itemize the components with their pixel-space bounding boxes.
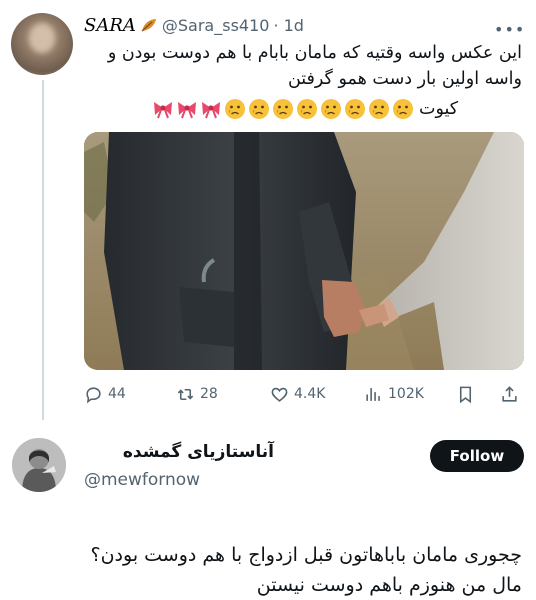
photo-illustration: [84, 132, 524, 370]
tweet-photo[interactable]: [84, 132, 524, 370]
tweet-text-line: واسه اولین بار دست همو گرفتن: [287, 69, 522, 89]
share-icon: [502, 385, 517, 402]
reply-text: چجوری مامان باباهاتون قبل ازدواج با هم د…: [22, 540, 523, 600]
crying-face-emoji-icon: [225, 99, 245, 119]
retweet-count: 28: [200, 386, 218, 402]
tweet-header: SARA @Sara_ss410 · 1d: [84, 13, 304, 37]
views-action[interactable]: 102K: [364, 382, 424, 406]
reply-handle[interactable]: @mewfornow: [84, 470, 200, 490]
crying-face-emoji-icon: [297, 99, 317, 119]
like-icon: [271, 387, 288, 402]
leaf-icon: [141, 19, 156, 32]
views-icon: [366, 387, 380, 401]
avatar[interactable]: [11, 13, 73, 75]
tweet-text-line: کیوت: [419, 99, 459, 119]
crying-face-emoji-icon: [393, 99, 413, 119]
ribbon-emoji-icon: [202, 102, 220, 119]
reply-icon: [86, 386, 101, 403]
reply-action[interactable]: 44: [84, 382, 126, 406]
share-action[interactable]: [500, 382, 519, 406]
more-icon[interactable]: •••: [494, 20, 525, 39]
ribbon-emoji-icon: [154, 102, 172, 119]
crying-face-emoji-icon: [345, 99, 365, 119]
reply-text-line: مال من هنوزم باهم دوست نیستن: [256, 574, 522, 596]
like-action[interactable]: 4.4K: [270, 382, 325, 406]
like-count: 4.4K: [294, 386, 326, 402]
bookmark-icon: [459, 386, 472, 403]
crying-face-emoji-icon: [369, 99, 389, 119]
display-name[interactable]: SARA: [84, 15, 136, 36]
crying-face-emoji-icon: [321, 99, 341, 119]
bookmark-action[interactable]: [456, 382, 475, 406]
reply-avatar[interactable]: [12, 438, 66, 492]
timestamp[interactable]: · 1d: [273, 16, 304, 35]
tweet-text: این عکس واسه وقتیه که مامان بابام با هم …: [92, 40, 522, 92]
reply-text-line: چجوری مامان باباهاتون قبل ازدواج با هم د…: [90, 544, 523, 566]
thread-connector-line: [42, 80, 44, 420]
reply-count: 44: [108, 386, 126, 402]
retweet-action[interactable]: 28: [176, 382, 218, 406]
follow-button[interactable]: Follow: [430, 440, 524, 472]
emoji-row: کیوت: [152, 96, 524, 122]
reply-display-name[interactable]: آناستازیای گمشده: [84, 442, 274, 462]
retweet-icon: [177, 388, 194, 400]
tweet-text-line: این عکس واسه وقتیه که مامان بابام با هم …: [107, 43, 522, 63]
crying-face-emoji-icon: [249, 99, 269, 119]
view-count: 102K: [388, 386, 424, 402]
handle[interactable]: @Sara_ss410: [162, 16, 270, 35]
ribbon-emoji-icon: [178, 102, 196, 119]
crying-face-emoji-icon: [273, 99, 293, 119]
tweet-actions: 44 28 4.4K 102K: [84, 382, 524, 406]
